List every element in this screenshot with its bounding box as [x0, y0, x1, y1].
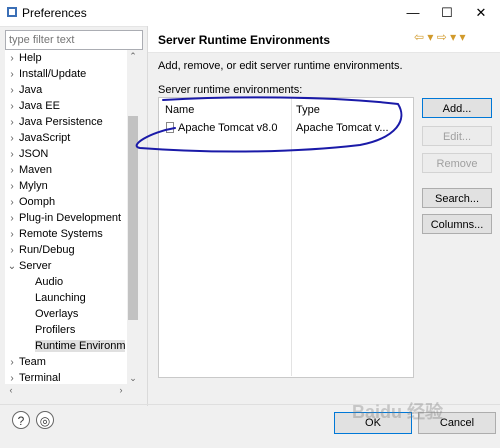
tree-item-mylyn[interactable]: › Mylyn [5, 178, 48, 195]
tree-item-label: Team [19, 356, 46, 368]
eclipse-icon [7, 7, 17, 17]
tree-item-label: Plug-in Development [19, 212, 122, 224]
column-header-type[interactable]: Type [296, 104, 320, 116]
filter-input[interactable] [5, 30, 143, 50]
tree-item-runtime-environm[interactable]: Runtime Environm [21, 338, 126, 354]
tree-item-label: Help [19, 52, 42, 64]
runtime-list-label: Server runtime environments: [158, 84, 303, 96]
history-nav[interactable]: ⇦ ▾ ⇨ ▾ ▾ [414, 30, 466, 44]
column-header-name[interactable]: Name [165, 104, 194, 116]
tree-item-label: Server [19, 260, 52, 272]
tree-item-profilers[interactable]: Profilers [21, 322, 75, 338]
scrollbar-thumb[interactable] [128, 116, 138, 320]
tree-item-java-persistence[interactable]: › Java Persistence [5, 114, 103, 131]
tree-item-label: Install/Update [19, 68, 87, 80]
tree-item-launching[interactable]: Launching [21, 290, 86, 306]
tree-item-label: Java [19, 84, 43, 96]
scroll-right-icon[interactable]: › [115, 384, 127, 396]
tree-item-label: Terminal [19, 372, 61, 384]
add-button[interactable]: Add... [422, 98, 492, 118]
chevron-right-icon[interactable]: › [5, 227, 19, 243]
tree-item-label: JSON [19, 148, 49, 160]
page-title: Server Runtime Environments [158, 33, 331, 47]
chevron-right-icon[interactable]: › [5, 51, 19, 67]
close-button[interactable]: ✕ [464, 0, 498, 26]
chevron-right-icon[interactable]: › [5, 243, 19, 259]
chevron-right-icon[interactable]: › [5, 131, 19, 147]
chevron-right-icon[interactable]: › [5, 83, 19, 99]
tree-item-java-ee[interactable]: › Java EE [5, 98, 60, 114]
search-button[interactable]: Search... [422, 188, 492, 208]
scroll-down-icon[interactable]: ⌄ [127, 372, 139, 384]
edit-button[interactable]: Edit... [422, 126, 492, 146]
chevron-right-icon[interactable]: › [5, 147, 19, 163]
tree-item-json[interactable]: › JSON [5, 146, 48, 162]
tree-item-terminal[interactable]: › Terminal [5, 370, 61, 384]
tree-item-label: JavaScript [19, 132, 71, 144]
tree-item-label: Runtime Environm [35, 340, 126, 352]
tree-item-oomph[interactable]: › Oomph [5, 194, 55, 210]
import-export-icon[interactable]: ◎ [36, 411, 54, 429]
preferences-tree: › Help › Install/Update › Java › Java EE › Java P… [5, 50, 127, 384]
minimize-button[interactable]: — [396, 0, 430, 26]
chevron-right-icon[interactable]: › [5, 179, 19, 195]
columns-button[interactable]: Columns... [422, 214, 492, 234]
runtime-type-cell: Apache Tomcat v... [296, 122, 389, 134]
scroll-left-icon[interactable]: ‹ [5, 384, 17, 396]
window-title: Preferences [22, 6, 87, 20]
column-divider[interactable] [291, 98, 292, 376]
help-icon[interactable]: ? [12, 411, 30, 429]
tree-item-label: Maven [19, 164, 53, 176]
chevron-right-icon[interactable]: › [5, 67, 19, 83]
tree-item-label: Audio [35, 276, 64, 288]
chevron-right-icon[interactable]: › [5, 115, 19, 131]
scroll-up-icon[interactable]: ⌃ [127, 50, 139, 62]
tree-item-java[interactable]: › Java [5, 82, 42, 98]
tree-item-label: Remote Systems [19, 228, 103, 240]
tree-item-label: Overlays [35, 308, 79, 320]
tree-item-label: Java EE [19, 100, 60, 112]
chevron-right-icon[interactable]: › [5, 195, 19, 211]
tree-item-label: Oomph [19, 196, 56, 208]
chevron-right-icon[interactable]: › [5, 211, 19, 227]
tree-item-server[interactable]: ⌄ Server [5, 258, 52, 275]
tree-item-label: Run/Debug [19, 244, 75, 256]
chevron-down-icon[interactable]: ⌄ [5, 259, 19, 275]
tree-item-maven[interactable]: › Maven [5, 162, 52, 178]
chevron-right-icon[interactable]: › [5, 371, 19, 384]
pane-divider[interactable] [147, 26, 148, 406]
page-description: Add, remove, or edit server runtime envi… [158, 60, 403, 72]
tree-item-plug-in-development[interactable]: › Plug-in Development [5, 210, 121, 226]
tree-item-audio[interactable]: Audio [21, 274, 63, 290]
runtime-table[interactable] [158, 97, 414, 378]
chevron-right-icon[interactable]: › [5, 99, 19, 115]
tree-item-label: Mylyn [19, 180, 48, 192]
tree-item-javascript[interactable]: › JavaScript [5, 130, 70, 146]
tree-item-label: Java Persistence [19, 116, 103, 128]
chevron-right-icon[interactable]: › [5, 163, 19, 179]
maximize-button[interactable]: ☐ [430, 0, 464, 26]
tree-item-remote-systems[interactable]: › Remote Systems [5, 226, 103, 243]
chevron-right-icon[interactable]: › [5, 355, 19, 371]
watermark: Baidu 经验 [352, 398, 443, 424]
tree-item-label: Launching [35, 292, 86, 304]
tree-item-label: Profilers [35, 324, 76, 336]
tree-item-team[interactable]: › Team [5, 354, 46, 370]
tree-item-help[interactable]: › Help [5, 50, 42, 67]
watermark-text: Baidu 经验 [352, 402, 444, 422]
tree-item-install-update[interactable]: › Install/Update [5, 66, 86, 82]
remove-button[interactable]: Remove [422, 153, 492, 173]
server-runtime-icon [166, 122, 174, 133]
tree-item-overlays[interactable]: Overlays [21, 306, 78, 322]
tree-item-run-debug[interactable]: › Run/Debug [5, 242, 75, 259]
runtime-name-cell: Apache Tomcat v8.0 [178, 122, 278, 134]
